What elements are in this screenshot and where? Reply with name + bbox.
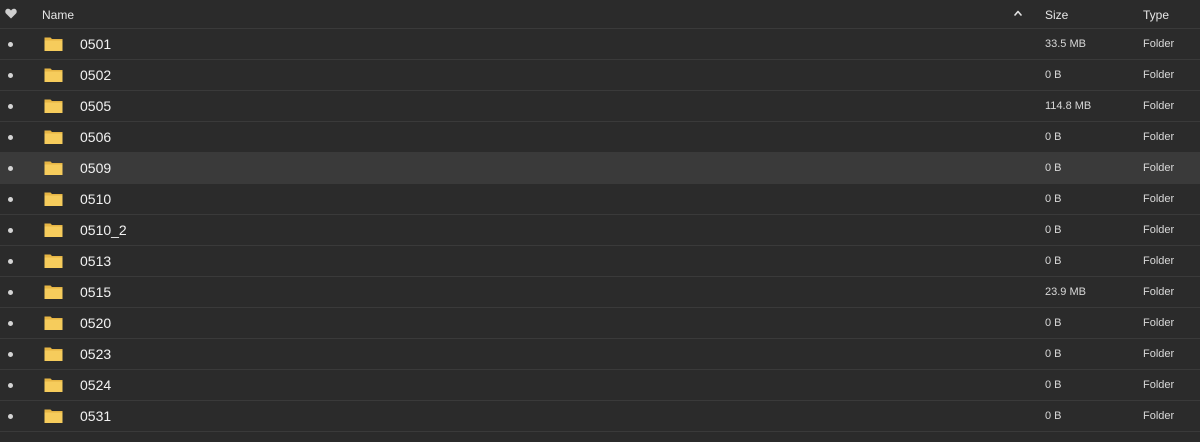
file-name[interactable]: 0506 [80,129,111,145]
folder-icon [44,254,63,268]
file-size: 0 B [1045,131,1062,143]
file-type: Folder [1143,193,1175,205]
chevron-up-icon[interactable] [1013,8,1023,18]
folder-icon [44,99,63,113]
file-size: 114.8 MB [1045,100,1092,112]
file-name[interactable]: 0501 [80,36,111,52]
favorite-dot-icon[interactable] [8,228,13,233]
file-name[interactable]: 0524 [80,377,111,393]
table-row[interactable]: 0502 0 B Folder [0,60,1200,91]
table-row[interactable]: 0510 0 B Folder [0,184,1200,215]
folder-icon [44,285,63,299]
table-row[interactable]: 0524 0 B Folder [0,370,1200,401]
favorite-dot-icon[interactable] [8,42,13,47]
file-type: Folder [1143,317,1175,329]
file-type: Folder [1143,69,1175,81]
table-row[interactable]: 0515 23.9 MB Folder [0,277,1200,308]
favorite-dot-icon[interactable] [8,321,13,326]
file-type: Folder [1143,224,1175,236]
favorite-dot-icon[interactable] [8,104,13,109]
favorite-dot-icon[interactable] [8,135,13,140]
folder-icon [44,161,63,175]
favorite-dot-icon[interactable] [8,259,13,264]
file-type: Folder [1143,38,1175,50]
favorite-dot-icon[interactable] [8,73,13,78]
file-size: 0 B [1045,69,1062,81]
file-name[interactable]: 0520 [80,315,111,331]
folder-icon [44,316,63,330]
file-type: Folder [1143,379,1175,391]
folder-icon [44,68,63,82]
file-size: 23.9 MB [1045,286,1086,298]
table-row[interactable]: 0501 33.5 MB Folder [0,29,1200,60]
table-row[interactable]: 0509 0 B Folder [0,153,1200,184]
file-name[interactable]: 0510_2 [80,222,127,238]
table-row[interactable]: 0513 0 B Folder [0,246,1200,277]
folder-icon [44,347,63,361]
table-row[interactable]: 0510_2 0 B Folder [0,215,1200,246]
folder-icon [44,37,63,51]
folder-icon [44,192,63,206]
favorite-dot-icon[interactable] [8,197,13,202]
file-type: Folder [1143,348,1175,360]
file-name[interactable]: 0509 [80,160,111,176]
file-size: 0 B [1045,348,1062,360]
file-name[interactable]: 0531 [80,408,111,424]
table-row[interactable]: 0520 0 B Folder [0,308,1200,339]
table-row[interactable]: 0531 0 B Folder [0,401,1200,432]
column-header-row: Name Size Type [0,0,1200,29]
favorite-dot-icon[interactable] [8,352,13,357]
favorite-dot-icon[interactable] [8,290,13,295]
file-type: Folder [1143,100,1175,112]
file-type: Folder [1143,131,1175,143]
folder-icon [44,409,63,423]
file-size: 0 B [1045,224,1062,236]
folder-icon [44,130,63,144]
file-type: Folder [1143,410,1175,422]
favorite-dot-icon[interactable] [8,166,13,171]
file-type: Folder [1143,255,1175,267]
name-column-header[interactable]: Name [42,8,74,22]
table-row[interactable]: 0523 0 B Folder [0,339,1200,370]
file-size: 0 B [1045,193,1062,205]
file-size: 0 B [1045,317,1062,329]
file-type: Folder [1143,162,1175,174]
file-name[interactable]: 0510 [80,191,111,207]
folder-icon [44,223,63,237]
favorite-dot-icon[interactable] [8,414,13,419]
file-size: 0 B [1045,162,1062,174]
file-list: Name Size Type 0501 33.5 MB Folder 0502 0 B F… [0,0,1200,442]
file-size: 0 B [1045,410,1062,422]
file-name[interactable]: 0502 [80,67,111,83]
file-size: 33.5 MB [1045,38,1086,50]
type-column-header[interactable]: Type [1143,8,1169,22]
favorite-dot-icon[interactable] [8,383,13,388]
file-name[interactable]: 0523 [80,346,111,362]
folder-icon [44,378,63,392]
size-column-header[interactable]: Size [1045,8,1068,22]
file-name[interactable]: 0505 [80,98,111,114]
file-size: 0 B [1045,379,1062,391]
file-size: 0 B [1045,255,1062,267]
heart-icon[interactable] [5,8,17,19]
file-name[interactable]: 0515 [80,284,111,300]
table-row[interactable]: 0505 114.8 MB Folder [0,91,1200,122]
file-type: Folder [1143,286,1175,298]
table-row[interactable]: 0506 0 B Folder [0,122,1200,153]
file-name[interactable]: 0513 [80,253,111,269]
